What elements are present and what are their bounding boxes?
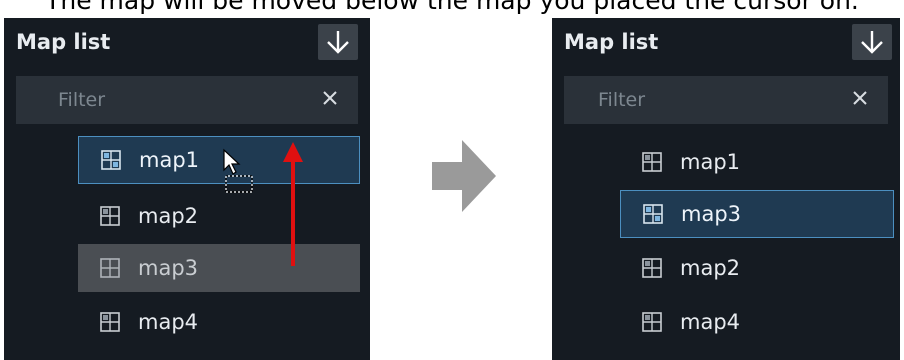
list-item-label: map1	[139, 148, 200, 172]
list-item-map4[interactable]: map4	[78, 298, 360, 346]
map-icon	[100, 312, 120, 332]
map-list-panel-before: Map list Filter map1 map2 map3 map4	[4, 18, 370, 360]
list-item-label: map2	[138, 204, 199, 228]
filter-placeholder: Filter	[598, 89, 646, 111]
panel-header: Map list	[4, 18, 370, 68]
instruction-caption: The map will be moved below the map you …	[45, 0, 859, 15]
map-list-panel-after: Map list Filter map1 map3 map2 map4	[552, 18, 900, 360]
download-button[interactable]	[318, 24, 358, 60]
download-button[interactable]	[852, 24, 892, 60]
list-item-label: map3	[138, 256, 199, 280]
list-item-label: map2	[680, 256, 741, 280]
filter-placeholder: Filter	[58, 89, 106, 111]
map-icon	[100, 258, 120, 278]
map-icon	[642, 312, 662, 332]
map-icon	[101, 150, 121, 170]
list-item-map2[interactable]: map2	[78, 192, 360, 240]
panel-title: Map list	[564, 30, 659, 54]
list-item-label: map1	[680, 150, 741, 174]
list-item-label: map4	[138, 310, 199, 334]
list-item-label: map3	[681, 202, 742, 226]
list-item-map2[interactable]: map2	[620, 244, 892, 292]
close-icon[interactable]	[318, 86, 342, 110]
cursor-move-icon	[223, 148, 253, 193]
filter-input[interactable]: Filter	[564, 76, 888, 124]
drag-direction-arrow-icon	[283, 142, 303, 266]
map-icon	[643, 204, 663, 224]
list-item-map3[interactable]: map3	[620, 190, 894, 238]
list-item-label: map4	[680, 310, 741, 334]
list-item-map1[interactable]: map1	[620, 138, 892, 186]
map-icon	[642, 152, 662, 172]
map-icon	[100, 206, 120, 226]
list-item-map3-dragging[interactable]: map3	[78, 244, 360, 292]
panel-title: Map list	[16, 30, 111, 54]
panel-header: Map list	[552, 18, 900, 68]
list-item-map1[interactable]: map1	[78, 136, 360, 184]
close-icon[interactable]	[848, 86, 872, 110]
download-icon	[327, 31, 349, 54]
filter-input[interactable]: Filter	[16, 76, 358, 124]
map-icon	[642, 258, 662, 278]
list-item-map4[interactable]: map4	[620, 298, 892, 346]
download-icon	[861, 31, 883, 54]
right-arrow-icon	[432, 140, 496, 212]
